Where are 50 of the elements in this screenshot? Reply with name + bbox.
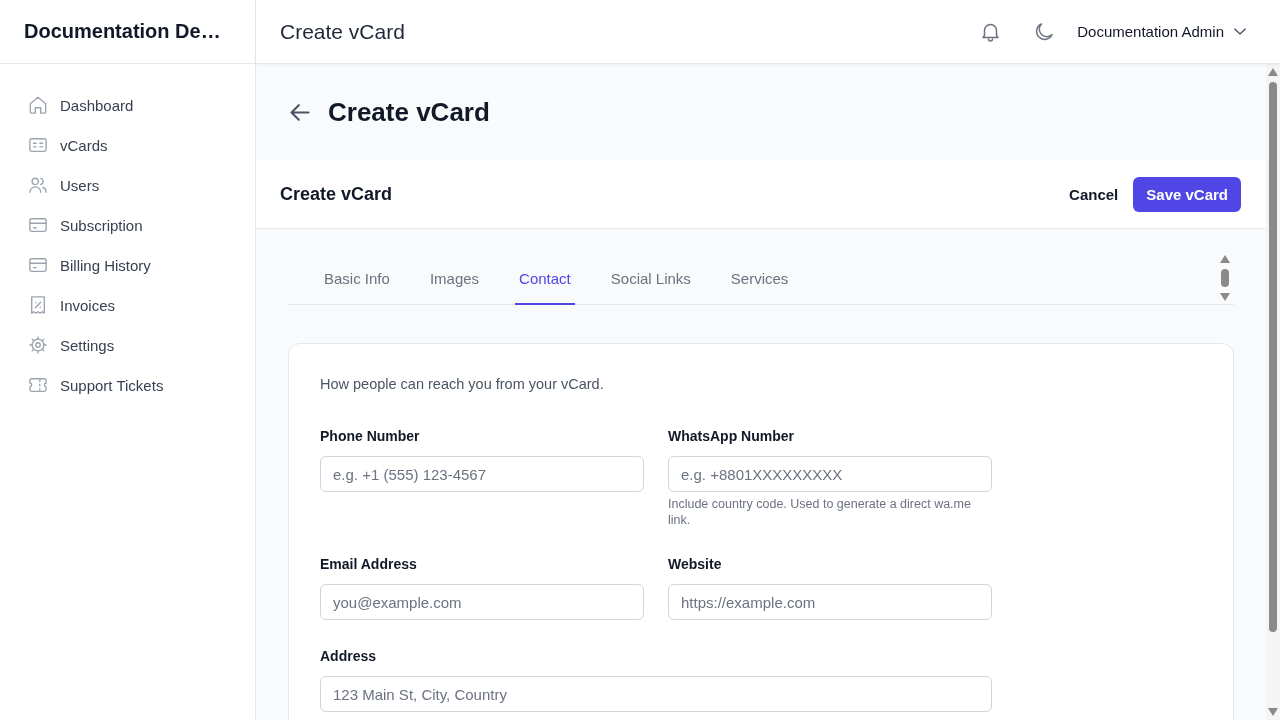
id-card-icon <box>29 136 47 154</box>
nav-item[interactable]: Subscription <box>12 205 243 245</box>
scroll-up-icon[interactable] <box>1220 254 1230 263</box>
section-description: How people can reach you from your vCard. <box>320 375 605 394</box>
chevron-down-icon <box>1234 28 1246 35</box>
field-label: Phone Number <box>320 427 421 446</box>
help-text: Include country code. Used to generate a direct wa.me link. <box>668 496 972 528</box>
settings-icon <box>29 336 47 354</box>
scrollbar-thumb[interactable] <box>1269 82 1277 632</box>
tab[interactable]: Basic Info <box>320 251 394 305</box>
scroll-down-icon[interactable] <box>1220 292 1230 301</box>
user-menu-button[interactable]: Documentation Admin <box>1077 23 1246 40</box>
receipt-icon <box>29 296 47 314</box>
nav-item[interactable]: Settings <box>12 325 243 365</box>
ticket-icon <box>29 376 47 394</box>
dark-mode-moon-icon[interactable] <box>1035 22 1054 41</box>
app-brand: Documentation De… <box>24 20 221 43</box>
text-input[interactable]: e.g. +1 (555) 123-4567 <box>320 456 644 492</box>
credit-card-icon <box>29 216 47 234</box>
nav-item[interactable]: Dashboard <box>12 85 243 125</box>
text-input[interactable]: https://example.com <box>668 584 992 620</box>
back-arrow-icon[interactable] <box>290 103 310 121</box>
scroll-up-icon[interactable] <box>1268 68 1278 76</box>
nav-item[interactable]: Support Tickets <box>12 365 243 405</box>
text-input[interactable]: e.g. +8801XXXXXXXXX <box>668 456 992 492</box>
scrollbar-thumb[interactable] <box>1221 268 1229 287</box>
field-label: Website <box>668 555 723 574</box>
credit-card-icon <box>29 256 47 274</box>
save-button[interactable]: Save vCard <box>1133 176 1241 212</box>
field-label: Address <box>320 647 378 666</box>
tab[interactable]: Contact <box>515 251 575 305</box>
text-input[interactable]: 123 Main St, City, Country <box>320 676 992 712</box>
users-icon <box>29 176 47 194</box>
page-heading: Create vCard <box>328 96 490 128</box>
cancel-button[interactable]: Cancel <box>1065 177 1123 211</box>
home-icon <box>29 96 47 114</box>
nav-item[interactable]: Users <box>12 165 243 205</box>
nav-item[interactable]: Invoices <box>12 285 243 325</box>
scroll-down-icon[interactable] <box>1268 708 1278 716</box>
text-input[interactable]: you@example.com <box>320 584 644 620</box>
form-title: Create vCard <box>280 183 393 205</box>
page-title: Create vCard <box>280 19 405 44</box>
notifications-bell-icon[interactable] <box>982 21 1000 42</box>
nav-item[interactable]: vCards <box>12 125 243 165</box>
tab[interactable]: Services <box>726 251 793 305</box>
tab[interactable]: Social Links <box>606 251 695 305</box>
tab[interactable]: Images <box>425 251 484 305</box>
field-label: WhatsApp Number <box>668 427 795 446</box>
field-label: Email Address <box>320 555 418 574</box>
nav-item[interactable]: Billing History <box>12 245 243 285</box>
